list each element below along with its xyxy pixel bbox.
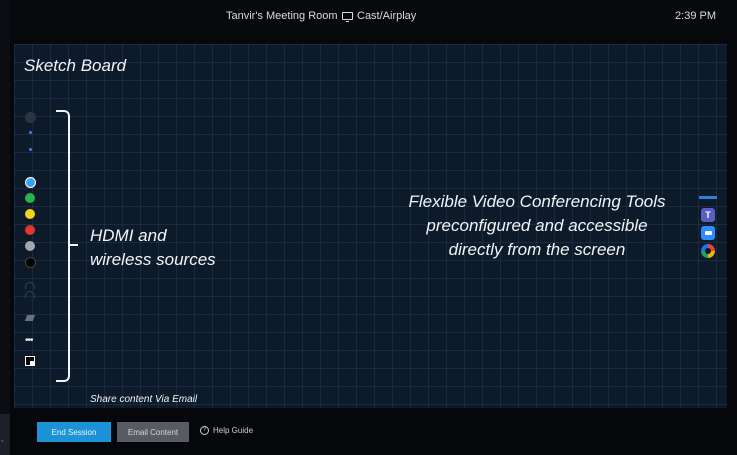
- layout-toggle-icon[interactable]: [25, 356, 35, 366]
- callout-bracket-tip: [70, 244, 78, 246]
- color-black-swatch[interactable]: [25, 257, 36, 268]
- cast-label: Cast/Airplay: [357, 10, 417, 22]
- thick-stroke-icon[interactable]: [29, 148, 32, 151]
- pen-tool-icon[interactable]: [25, 112, 36, 123]
- sketch-board-canvas[interactable]: Sketch Board ••• HDMI and wireless sourc…: [14, 44, 727, 408]
- presentation-frame: Tanvir's Meeting Room Cast/Airplay 2:39 …: [10, 0, 737, 455]
- drawing-toolbar: •••: [23, 108, 39, 378]
- sketch-board-title: Sketch Board: [24, 56, 127, 75]
- vc-callout-line1: Flexible Video Conferencing Tools: [408, 192, 666, 211]
- help-guide-label: Help Guide: [213, 426, 254, 435]
- color-gray-swatch[interactable]: [25, 241, 35, 251]
- top-bar: Tanvir's Meeting Room Cast/Airplay 2:39 …: [10, 0, 737, 40]
- webex-icon[interactable]: [701, 244, 715, 258]
- dock-accent-line: [699, 196, 717, 199]
- eraser-icon[interactable]: [24, 315, 36, 321]
- email-content-button[interactable]: Email Content: [117, 422, 189, 442]
- vc-callout-line3: directly from the screen: [448, 240, 626, 259]
- redo-icon[interactable]: [25, 291, 35, 298]
- help-icon: ?: [200, 426, 209, 435]
- color-red-swatch[interactable]: [25, 225, 35, 235]
- desktop-edge: [0, 414, 10, 455]
- room-title: Tanvir's Meeting Room: [226, 10, 338, 22]
- end-session-button[interactable]: End Session: [37, 422, 111, 442]
- help-guide-link[interactable]: ? Help Guide: [200, 426, 253, 435]
- video-conferencing-callout: Flexible Video Conferencing Tools precon…: [382, 190, 692, 262]
- thin-stroke-icon[interactable]: [29, 131, 32, 134]
- share-email-note: Share content Via Email: [90, 394, 198, 405]
- bottom-bar: End Session Email Content ? Help Guide: [10, 408, 737, 455]
- hdmi-callout-line2: wireless sources: [90, 250, 216, 269]
- hdmi-callout: HDMI and wireless sources: [90, 224, 216, 272]
- color-blue-swatch[interactable]: [25, 177, 36, 188]
- teams-icon[interactable]: [701, 208, 715, 222]
- vc-callout-line2: preconfigured and accessible: [426, 216, 648, 235]
- color-yellow-swatch[interactable]: [25, 209, 35, 219]
- more-options-icon[interactable]: •••: [25, 336, 33, 346]
- undo-icon[interactable]: [25, 282, 35, 289]
- hdmi-callout-line1: HDMI and: [90, 226, 167, 245]
- desktop-glyph-icon: ◦: [1, 438, 4, 445]
- callout-bracket: [56, 110, 70, 382]
- cast-airplay-button[interactable]: Cast/Airplay: [342, 10, 416, 22]
- cast-icon: [342, 12, 353, 22]
- color-green-swatch[interactable]: [25, 193, 35, 203]
- clock: 2:39 PM: [675, 10, 716, 22]
- zoom-icon[interactable]: [701, 226, 715, 240]
- conferencing-apps-dock: [699, 196, 717, 266]
